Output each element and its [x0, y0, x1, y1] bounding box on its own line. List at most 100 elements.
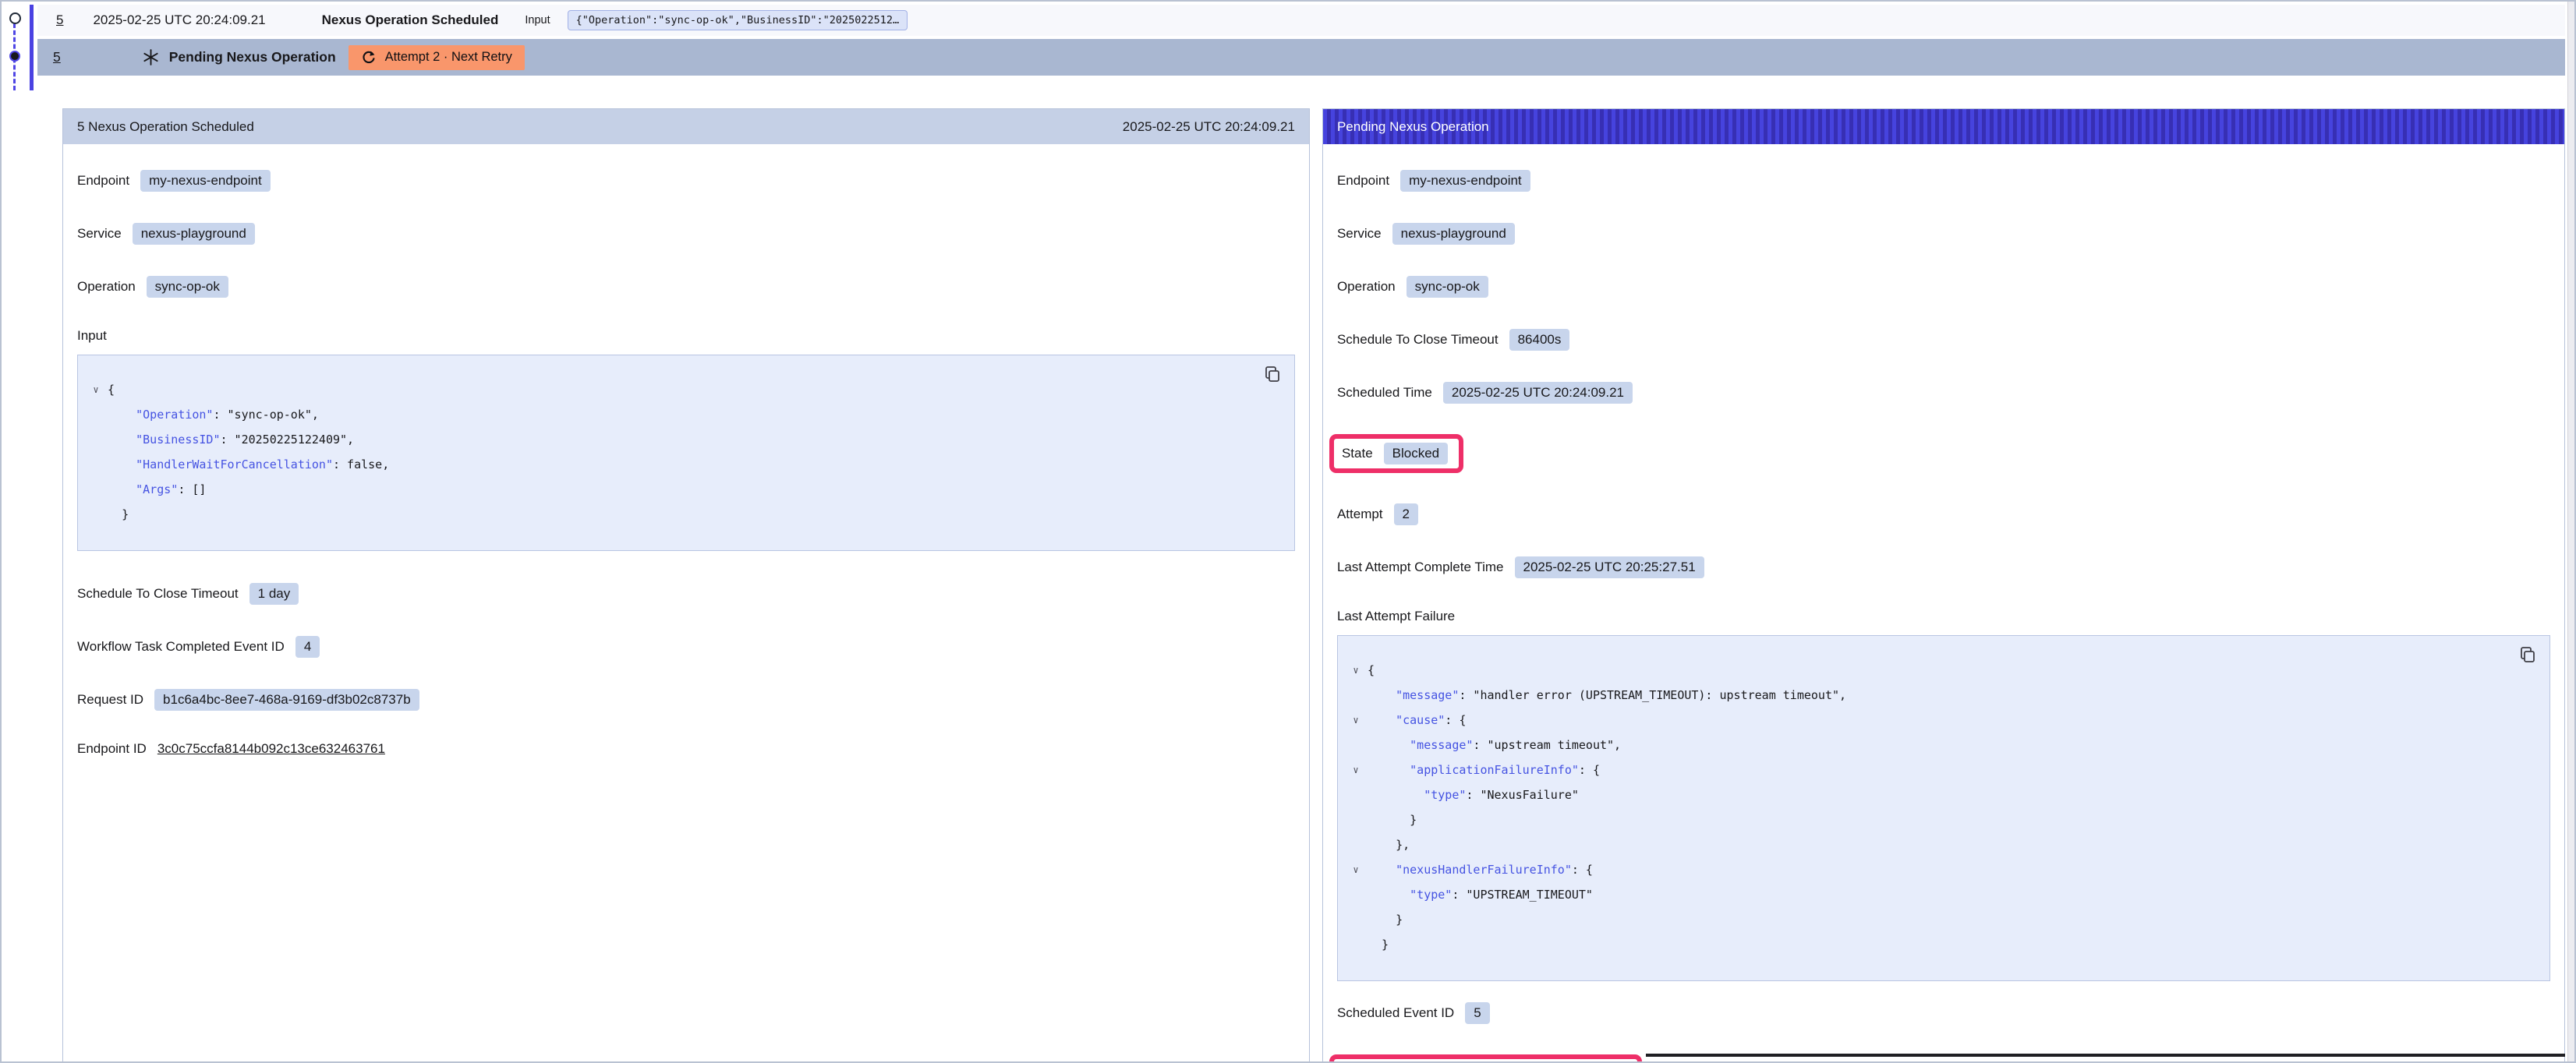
- field-row-attempt: Attempt 2: [1337, 503, 2550, 526]
- json-line: ∨ "applicationFailureInfo": {: [1344, 758, 2534, 782]
- pending-panel-title: Pending Nexus Operation: [1337, 119, 1489, 135]
- json-line: }: [84, 502, 1279, 527]
- field-label: Operation: [77, 279, 136, 295]
- json-gutter: [1344, 683, 1368, 708]
- collapse-chevron-icon[interactable]: ∨: [1344, 658, 1368, 683]
- event-row-nexus-operation-scheduled[interactable]: 5 2025-02-25 UTC 20:24:09.21 Nexus Opera…: [37, 5, 2565, 36]
- field-label: Last Attempt Complete Time: [1337, 560, 1504, 575]
- scheduled-event-detail-panel: 5 Nexus Operation Scheduled 2025-02-25 U…: [62, 108, 1310, 1063]
- input-preview-chip[interactable]: {"Operation":"sync-op-ok","BusinessID":"…: [568, 10, 908, 30]
- json-gutter: [1344, 907, 1368, 932]
- input-label: Input: [525, 14, 550, 26]
- event-row-pending-nexus-operation[interactable]: 5 Pending Nexus Operation Attempt 2 · Ne…: [37, 39, 2565, 76]
- field-row-schedule-to-close-timeout: Schedule To Close Timeout86400s: [1337, 328, 2550, 351]
- json-line-text: "type": "NexusFailure": [1368, 782, 1579, 807]
- json-line-text: }: [1368, 932, 1389, 957]
- field-label: Service: [77, 226, 122, 242]
- field-value-chip: sync-op-ok: [1407, 276, 1488, 298]
- field-label: Scheduled Event ID: [1337, 1005, 1454, 1021]
- field-value-chip: my-nexus-endpoint: [140, 170, 271, 192]
- annotation-highlight-box: Blocked ReasonThe circuit breaker is ope…: [1329, 1054, 1642, 1063]
- field-value-chip: b1c6a4bc-8ee7-468a-9169-df3b02c8737b: [154, 689, 419, 711]
- input-section-label: Input: [77, 328, 1295, 344]
- field-label: Operation: [1337, 279, 1396, 295]
- field-label: Endpoint: [77, 173, 129, 189]
- json-line-text: }: [1368, 807, 1417, 832]
- field-value-chip: 4: [295, 636, 320, 658]
- event-id-link[interactable]: 5: [53, 49, 61, 65]
- json-line-text: "HandlerWaitForCancellation": false,: [108, 452, 389, 477]
- json-gutter: [1344, 807, 1368, 832]
- panel-bottom-divider: [1646, 1054, 2565, 1057]
- json-line-text: {: [1368, 658, 1375, 683]
- collapse-chevron-icon[interactable]: ∨: [1344, 857, 1368, 882]
- field-value-chip: Blocked: [1384, 443, 1448, 464]
- field-value-chip: 2: [1394, 503, 1418, 525]
- field-label: Attempt: [1337, 507, 1383, 522]
- retry-refresh-icon: [361, 50, 377, 65]
- field-row-request-id: Request IDb1c6a4bc-8ee7-468a-9169-df3b02…: [77, 688, 1295, 712]
- field-row-operation: Operationsync-op-ok: [77, 275, 1295, 298]
- json-gutter: [1344, 882, 1368, 907]
- pending-fields: Endpointmy-nexus-endpointServicenexus-pl…: [1337, 169, 2550, 579]
- json-line: ∨{: [1344, 658, 2534, 683]
- retry-badge-label: Attempt 2 · Next Retry: [385, 50, 512, 65]
- last-attempt-failure-label: Last Attempt Failure: [1337, 609, 2550, 624]
- collapse-chevron-icon[interactable]: ∨: [1344, 708, 1368, 733]
- json-gutter: [1344, 733, 1368, 758]
- pending-asterisk-icon: [142, 48, 160, 66]
- json-line: "type": "NexusFailure": [1344, 782, 2534, 807]
- field-row-operation: Operation sync-op-ok: [1337, 275, 2550, 298]
- json-line: ∨ "cause": {: [1344, 708, 2534, 733]
- json-line-text: "Args": []: [108, 477, 206, 502]
- endpoint-id-label: Endpoint ID: [77, 741, 147, 757]
- field-row-service: Service nexus-playground: [77, 222, 1295, 245]
- collapse-chevron-icon[interactable]: ∨: [84, 377, 108, 402]
- json-line-text: }: [1368, 907, 1403, 932]
- json-line: }: [1344, 932, 2534, 957]
- json-line-text: }: [108, 502, 129, 527]
- json-line-text: },: [1368, 832, 1410, 857]
- field-label: Service: [1337, 226, 1382, 242]
- event-history-screen: 5 2025-02-25 UTC 20:24:09.21 Nexus Opera…: [0, 0, 2576, 1063]
- scheduled-panel-timestamp: 2025-02-25 UTC 20:24:09.21: [1123, 119, 1295, 135]
- timeline-pending-node-icon: [9, 51, 20, 62]
- json-line-text: {: [108, 377, 115, 402]
- json-line: },: [1344, 832, 2534, 857]
- json-line: "HandlerWaitForCancellation": false,: [84, 452, 1279, 477]
- vertical-scrollbar[interactable]: [2567, 2, 2574, 1061]
- field-value-chip: nexus-playground: [133, 223, 255, 245]
- copy-icon[interactable]: [2518, 645, 2537, 664]
- field-value-chip: 2025-02-25 UTC 20:25:27.51: [1515, 556, 1704, 578]
- pending-panel-header: Pending Nexus Operation: [1323, 109, 2564, 144]
- json-line-text: "Operation": "sync-op-ok",: [108, 402, 319, 427]
- json-line: "message": "upstream timeout",: [1344, 733, 2534, 758]
- json-gutter: [1344, 832, 1368, 857]
- json-line-text: "cause": {: [1368, 708, 1466, 733]
- selected-event-indicator-bar: [30, 5, 34, 90]
- field-row-scheduled-time: Scheduled Time 2025-02-25 UTC 20:24:09.21: [1337, 381, 2550, 404]
- collapse-chevron-icon[interactable]: ∨: [1344, 758, 1368, 782]
- event-title: Nexus Operation Scheduled: [322, 12, 499, 28]
- endpoint-id-row: Endpoint ID 3c0c75ccfa8144b092c13ce63246…: [77, 741, 1295, 757]
- copy-icon[interactable]: [1263, 365, 1282, 383]
- field-row-workflow-task-completed-event-id: Workflow Task Completed Event ID4: [77, 635, 1295, 659]
- endpoint-id-link[interactable]: 3c0c75ccfa8144b092c13ce632463761: [157, 741, 385, 757]
- scheduled-fields-top: Endpoint my-nexus-endpoint Service nexus-pl…: [77, 169, 1295, 298]
- field-value-chip: my-nexus-endpoint: [1400, 170, 1530, 192]
- json-line: "Operation": "sync-op-ok",: [84, 402, 1279, 427]
- event-timestamp: 2025-02-25 UTC 20:24:09.21: [93, 12, 265, 28]
- json-gutter: [84, 427, 108, 452]
- event-id-link[interactable]: 5: [56, 12, 63, 28]
- field-value-chip: 2025-02-25 UTC 20:24:09.21: [1443, 382, 1633, 404]
- json-line: "message": "handler error (UPSTREAM_TIME…: [1344, 683, 2534, 708]
- json-line: "BusinessID": "20250225122409",: [84, 427, 1279, 452]
- field-label: Scheduled Time: [1337, 385, 1432, 401]
- field-row-endpoint: Endpoint my-nexus-endpoint: [77, 169, 1295, 192]
- json-line-text: "nexusHandlerFailureInfo": {: [1368, 857, 1593, 882]
- json-gutter: [84, 502, 108, 527]
- annotation-highlight-box: StateBlocked: [1329, 434, 1463, 473]
- json-line-text: "BusinessID": "20250225122409",: [108, 427, 354, 452]
- field-value-chip: 5: [1465, 1002, 1489, 1024]
- json-gutter: [84, 402, 108, 427]
